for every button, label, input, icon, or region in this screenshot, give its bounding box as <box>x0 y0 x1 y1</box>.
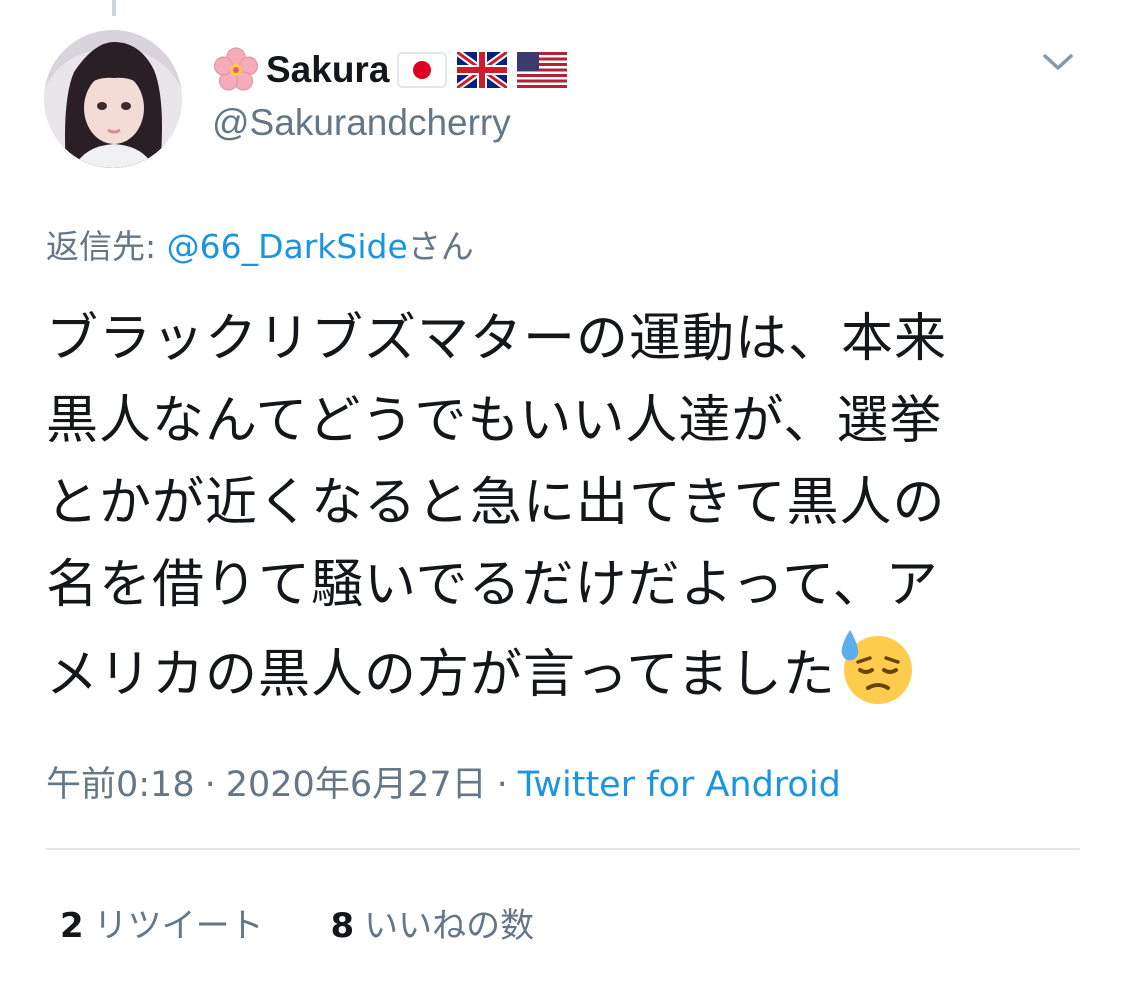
likes-label: いいねの数 <box>364 906 535 946</box>
tweet-meta: 午前0:18 · 2020年6月27日 · Twitter for Android <box>46 756 841 807</box>
author-display-name[interactable]: Sakura <box>266 49 389 91</box>
tweet-date[interactable]: 2020年6月27日 <box>226 765 487 805</box>
likes-stat[interactable]: 8 いいねの数 <box>330 898 534 947</box>
retweets-count: 2 <box>60 906 84 946</box>
cherry-blossom-icon <box>214 47 258 91</box>
us-flag-icon <box>517 52 568 88</box>
divider <box>46 848 1080 850</box>
avatar-image <box>44 30 182 168</box>
chevron-down-icon[interactable] <box>1040 48 1076 76</box>
tweet-text-line: 黒人なんてどうでもいい人達が、選挙 <box>46 391 943 451</box>
tweet-text-line: メリカの黒人の方が言ってました <box>46 645 836 705</box>
reply-to-line: 返信先: @66_DarkSideさん <box>46 220 474 268</box>
tweet-header: Sakura @Sakurandcherry <box>212 40 1032 144</box>
tweet-text-line: 名を借りて騒いでるだけだよって、ア <box>46 555 939 615</box>
thread-connector-line <box>112 0 116 16</box>
author-name-row[interactable]: Sakura <box>212 40 1032 100</box>
reply-to-mention-link[interactable]: @66_DarkSide <box>167 227 408 266</box>
reply-to-prefix: 返信先: <box>46 227 167 266</box>
meta-separator: · <box>496 765 508 805</box>
tweet-text: ブラックリブズマターの運動は、本来 黒人なんてどうでもいい人達が、選挙 とかが近… <box>46 298 1086 716</box>
tweet-source-link[interactable]: Twitter for Android <box>518 765 841 805</box>
avatar[interactable] <box>44 30 182 168</box>
tweet-text-line: ブラックリブズマターの運動は、本来 <box>46 309 948 369</box>
author-handle[interactable]: @Sakurandcherry <box>212 102 1032 144</box>
downcast-face-with-sweat-icon <box>841 630 912 704</box>
likes-count: 8 <box>330 906 355 946</box>
reply-to-suffix: さん <box>407 227 474 266</box>
retweets-stat[interactable]: 2 リツイート <box>60 898 264 947</box>
retweets-label: リツイート <box>93 906 264 946</box>
japan-flag-icon <box>397 52 448 88</box>
meta-separator: · <box>204 765 216 805</box>
tweet-text-line: とかが近くなると急に出てきて黒人の <box>46 473 946 533</box>
tweet-time[interactable]: 午前0:18 <box>46 765 195 805</box>
uk-flag-icon <box>457 52 508 88</box>
tweet-text-last-line: メリカの黒人の方が言ってました <box>46 626 1086 716</box>
tweet-stats: 2 リツイート 8 いいねの数 <box>60 898 590 947</box>
